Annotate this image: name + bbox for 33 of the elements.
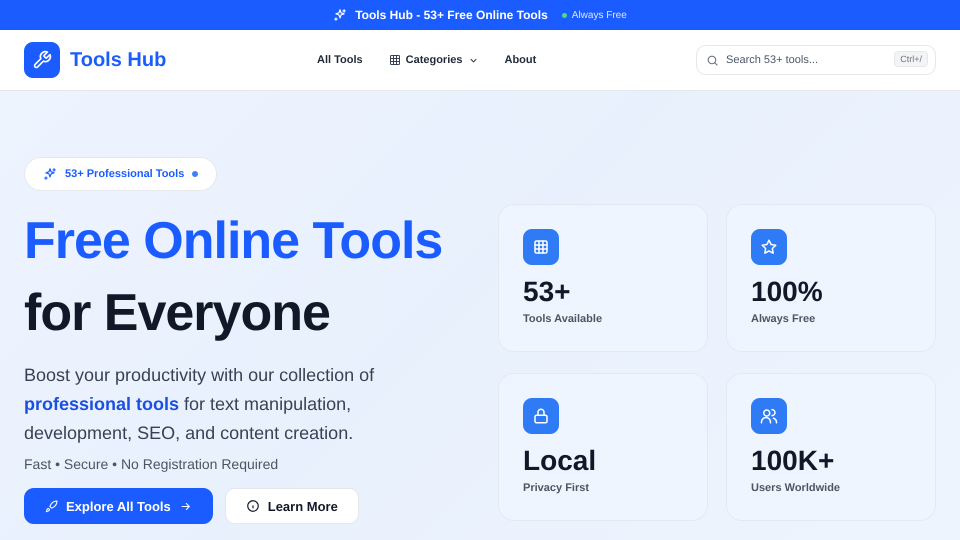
nav-link[interactable]: All Tools bbox=[317, 54, 363, 66]
stat-value: 100% bbox=[751, 275, 824, 309]
lock-icon bbox=[523, 398, 559, 434]
info-icon bbox=[246, 499, 260, 513]
stat-value: 100K+ bbox=[751, 444, 836, 478]
sparkle-icon bbox=[43, 167, 57, 181]
grid-icon bbox=[523, 229, 559, 265]
categories-dropdown[interactable]: Categories bbox=[388, 54, 478, 66]
wrench-logo-icon[interactable] bbox=[24, 42, 60, 78]
learn-more-button[interactable]: Learn More bbox=[224, 488, 359, 524]
stat-label: Users Worldwide bbox=[751, 482, 842, 494]
hero-heading: for Everyone bbox=[24, 283, 331, 344]
grid-icon bbox=[388, 54, 401, 66]
search-icon bbox=[706, 54, 719, 67]
banner-title: Tools Hub - 53+ Free Online Tools bbox=[355, 8, 548, 22]
shortcut-hint: Ctrl+/ bbox=[894, 51, 928, 67]
stat-label: Tools Available bbox=[523, 313, 604, 325]
stat-label: Always Free bbox=[751, 313, 816, 325]
stat-value: Local bbox=[523, 444, 598, 478]
users-icon bbox=[751, 398, 787, 434]
hero-heading: Free Online Tools bbox=[24, 211, 444, 272]
hero-description: Boost your productivity with our collection of professional tools for text manipulation, development, SEO, and content creation. bbox=[24, 364, 376, 445]
status-dot bbox=[562, 12, 567, 18]
explore-button[interactable]: Explore All Tools bbox=[24, 488, 213, 524]
stat-value: 53+ bbox=[523, 275, 572, 309]
brand-name[interactable]: Tools Hub bbox=[70, 48, 166, 72]
nav-link[interactable]: About bbox=[504, 54, 536, 66]
tools-count-badge: 53+ Professional Tools bbox=[24, 157, 218, 191]
hero-tagline: Fast • Secure • No Registration Required bbox=[24, 456, 280, 472]
banner-status: Always Free bbox=[572, 10, 627, 20]
stat-label: Privacy First bbox=[523, 482, 590, 494]
sparkle-icon bbox=[333, 8, 348, 22]
rocket-icon bbox=[45, 500, 58, 512]
